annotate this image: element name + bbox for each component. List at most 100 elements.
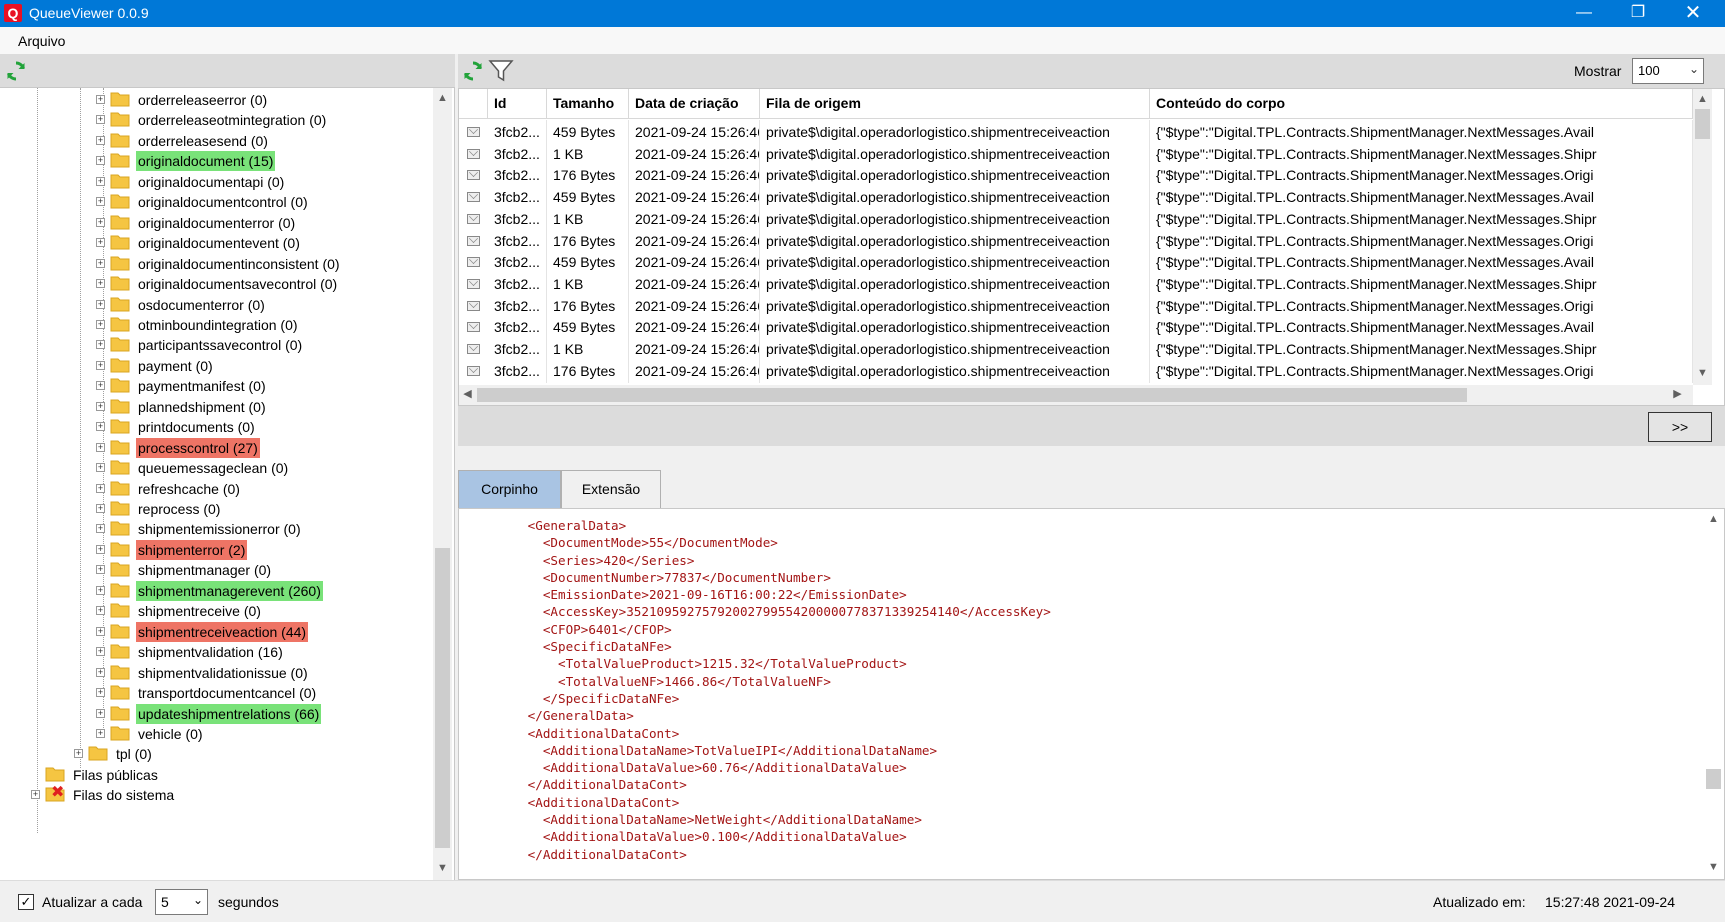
table-row[interactable]: 3fcb2... 1 KB 2021-09-24 15:26:46 private$\… <box>459 337 1693 361</box>
expand-icon[interactable]: + <box>96 156 105 166</box>
expand-icon[interactable]: + <box>96 381 105 391</box>
tree-node-label: originaldocumentapi (0) <box>138 173 285 190</box>
refresh-interval-select[interactable]: 5 ⌄ <box>155 889 208 915</box>
expand-icon[interactable]: + <box>96 647 105 657</box>
expand-icon[interactable]: + <box>96 688 105 698</box>
table-cell: {"$type":"Digital.TPL.Contracts.Shipment… <box>1150 141 1693 166</box>
scroll-right-icon[interactable]: ▶ <box>1669 386 1686 403</box>
expand-icon[interactable]: + <box>96 483 105 493</box>
column-header[interactable]: Data de criação <box>629 89 760 119</box>
table-row[interactable]: 3fcb2... 1 KB 2021-09-24 15:26:46 private$\… <box>459 206 1693 231</box>
expand-icon[interactable]: + <box>96 360 105 370</box>
scroll-down-icon[interactable]: ▼ <box>434 860 451 877</box>
table-row[interactable]: 3fcb2... 459 Bytes 2021-09-24 15:26:46 priv… <box>459 185 1693 210</box>
expand-icon[interactable]: + <box>96 422 105 432</box>
menu-arquivo[interactable]: Arquivo <box>18 33 65 49</box>
expand-icon[interactable]: + <box>96 504 105 513</box>
table-row[interactable]: 3fcb2... 459 Bytes 2021-09-24 15:26:46 priv… <box>459 120 1693 144</box>
xml-line: <AdditionalDataCont> <box>467 794 680 810</box>
envelope-icon <box>467 127 480 137</box>
tree-node-label: orderreleaseerror (0) <box>138 92 268 108</box>
expand-icon[interactable]: + <box>96 524 105 534</box>
expand-icon[interactable]: + <box>96 176 105 186</box>
expand-icon[interactable]: + <box>96 217 105 227</box>
expand-icon[interactable]: + <box>96 401 105 411</box>
next-page-button[interactable]: >> <box>1648 412 1712 442</box>
scroll-up-icon[interactable]: ▲ <box>434 90 451 107</box>
scroll-down-icon[interactable]: ▼ <box>1694 365 1711 382</box>
body-scrollbar[interactable]: ▲ ▼ <box>1704 509 1723 879</box>
expand-icon[interactable]: + <box>96 115 105 125</box>
table-row[interactable]: 3fcb2... 459 Bytes 2021-09-24 15:26:46 priv… <box>459 315 1693 340</box>
tree-node-label: shipmentvalidation (16) <box>138 644 283 661</box>
table-cell: 176 Bytes <box>547 163 629 188</box>
expand-icon[interactable]: + <box>96 238 105 248</box>
xml-line: <AccessKey>35210959275792002799554200000… <box>467 604 1051 620</box>
scroll-left-icon[interactable]: ◀ <box>459 386 476 403</box>
table-cell: 2021-09-24 15:26:46 <box>629 206 760 231</box>
grid-vertical-scrollbar[interactable]: ▲ ▼ <box>1693 89 1712 385</box>
table-row[interactable]: 3fcb2... 176 Bytes 2021-09-24 15:26:46 priv… <box>459 293 1693 318</box>
expand-icon[interactable]: + <box>96 442 105 452</box>
maximize-button[interactable]: ❐ <box>1615 0 1661 27</box>
expand-icon[interactable]: + <box>96 258 105 268</box>
tab-corpinho[interactable]: Corpinho <box>458 470 561 508</box>
body-scroll-thumb[interactable] <box>1706 769 1721 789</box>
table-cell: 3fcb2... <box>488 120 547 144</box>
table-row[interactable]: 3fcb2... 1 KB 2021-09-24 15:26:46 private$\… <box>459 271 1693 296</box>
expand-icon[interactable]: + <box>31 790 40 800</box>
expand-icon[interactable]: + <box>96 319 105 329</box>
scroll-up-icon[interactable]: ▲ <box>1705 511 1722 528</box>
expand-icon[interactable]: + <box>96 340 105 350</box>
column-header[interactable]: Tamanho <box>547 89 629 119</box>
tree-node-label: originaldocumentcontrol (0) <box>138 194 308 211</box>
expand-icon[interactable]: + <box>96 565 105 575</box>
expand-icon[interactable]: + <box>96 95 105 104</box>
expand-icon[interactable]: + <box>96 667 105 677</box>
table-row[interactable]: 3fcb2... 176 Bytes 2021-09-24 15:26:46 priv… <box>459 228 1693 253</box>
scroll-up-icon[interactable]: ▲ <box>1694 91 1711 108</box>
show-label: Mostrar <box>1574 63 1622 79</box>
table-cell: private$\digital.operadorlogistico.shipm… <box>760 315 1150 340</box>
expand-icon[interactable]: + <box>96 135 105 145</box>
table-cell: {"$type":"Digital.TPL.Contracts.Shipment… <box>1150 315 1693 340</box>
filter-icon[interactable] <box>488 59 514 86</box>
refresh-tree-icon[interactable] <box>5 60 27 85</box>
tree-scrollbar[interactable]: ▲ ▼ <box>433 88 452 880</box>
expand-icon[interactable]: + <box>96 544 105 554</box>
table-cell: private$\digital.operadorlogistico.shipm… <box>760 293 1150 318</box>
show-count-select[interactable]: 100 ⌄ <box>1632 58 1704 84</box>
expand-icon[interactable]: + <box>96 463 105 473</box>
table-cell: 3fcb2... <box>488 163 547 188</box>
expand-icon[interactable]: + <box>96 708 105 718</box>
close-button[interactable]: ✕ <box>1670 0 1716 27</box>
tree-scroll-thumb[interactable] <box>435 548 450 848</box>
table-row[interactable]: 3fcb2... 1 KB 2021-09-24 15:26:46 private$\… <box>459 141 1693 166</box>
table-row[interactable]: 3fcb2... 459 Bytes 2021-09-24 15:26:46 priv… <box>459 250 1693 275</box>
grid-hscroll-thumb[interactable] <box>477 388 1467 402</box>
folder-icon <box>110 316 130 332</box>
minimize-button[interactable]: — <box>1561 0 1607 27</box>
expand-icon[interactable]: + <box>96 606 105 616</box>
expand-icon[interactable]: + <box>96 626 105 636</box>
expand-icon[interactable]: + <box>96 728 105 738</box>
expand-icon[interactable]: + <box>96 197 105 207</box>
auto-refresh-checkbox[interactable]: ✓ <box>18 894 34 910</box>
column-header[interactable]: Fila de origem <box>760 89 1150 119</box>
expand-icon[interactable]: + <box>96 279 105 289</box>
table-row[interactable]: 3fcb2... 176 Bytes 2021-09-24 15:26:46 priv… <box>459 163 1693 188</box>
grid-scroll-thumb[interactable] <box>1695 109 1710 139</box>
message-body-viewer[interactable]: <GeneralData> <DocumentMode>55</Document… <box>458 508 1725 880</box>
column-header[interactable]: Id <box>488 89 547 119</box>
queue-tree[interactable]: + orderreleaseerror (0) + orderreleaseotmin… <box>0 88 455 880</box>
tree-node-label: Filas do sistema <box>73 787 175 804</box>
refresh-messages-icon[interactable] <box>462 60 484 85</box>
column-header[interactable]: Conteúdo do corpo <box>1150 89 1693 119</box>
scroll-down-icon[interactable]: ▼ <box>1705 859 1722 876</box>
expand-icon[interactable]: + <box>74 749 83 759</box>
expand-icon[interactable]: + <box>96 585 105 595</box>
expand-icon[interactable]: + <box>96 299 105 309</box>
table-row[interactable]: 3fcb2... 176 Bytes 2021-09-24 15:26:46 priv… <box>459 358 1693 383</box>
tab-extensao[interactable]: Extensão <box>561 470 661 508</box>
grid-horizontal-scrollbar[interactable]: ◀ ▶ <box>459 385 1693 405</box>
